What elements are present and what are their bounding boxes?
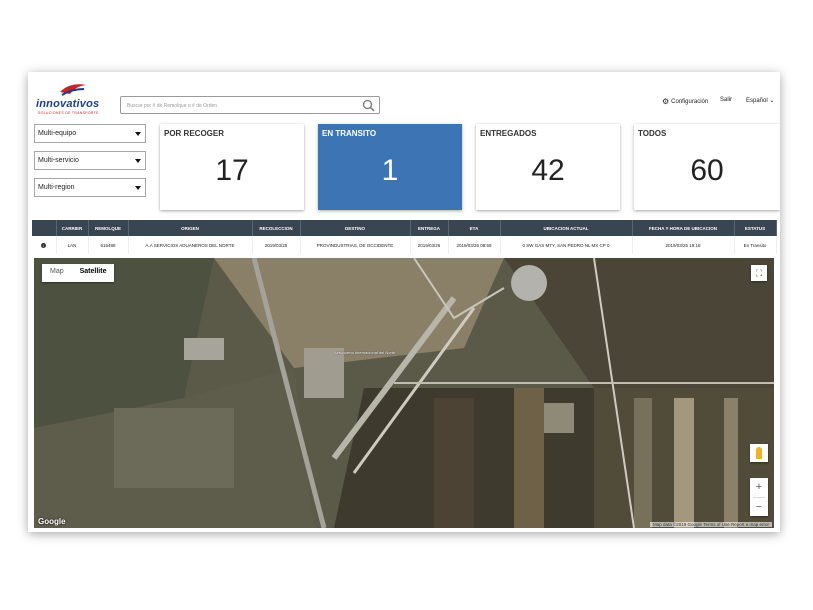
card-en-transito[interactable]: EN TRANSITO 1 [318, 124, 462, 210]
ubicacion-cell: 0 SW GAS MTY, SAN PEDRO NL MX CP 0 [500, 236, 633, 254]
street-view-pegman-button[interactable] [750, 444, 768, 462]
map-type-satellite-button[interactable]: Satellite [72, 264, 115, 282]
region-filter-label: Multi-region [38, 184, 75, 191]
equipment-filter-select[interactable]: Multi-equipo [34, 124, 146, 143]
caret-down-icon [135, 132, 141, 136]
col-header-info [32, 220, 57, 236]
col-header-carrier[interactable]: CARRIER [56, 220, 89, 236]
app-window: innovativos SOLUCIONES DE TRANSPORTE ⚙Co… [28, 72, 780, 532]
search-icon[interactable] [362, 99, 375, 112]
satellite-map[interactable]: Aeropuerto Internacional del Norte Map S… [34, 258, 774, 528]
top-header: innovativos SOLUCIONES DE TRANSPORTE ⚙Co… [28, 72, 780, 124]
col-header-destino[interactable]: DESTINO [300, 220, 411, 236]
equipment-filter-label: Multi-equipo [38, 130, 77, 137]
col-header-origen[interactable]: ORIGEN [128, 220, 253, 236]
origen-cell: A.A SERVICIOS ADUANEROS DEL NORTE [128, 236, 253, 254]
satellite-imagery [34, 258, 774, 528]
col-header-eta[interactable]: ETA [448, 220, 501, 236]
remolque-cell: 615488 [88, 236, 129, 254]
destino-cell: PROVINDUSTRIAS, DE OCCIDENTE [300, 236, 411, 254]
logo-tagline: SOLUCIONES DE TRANSPORTE [38, 111, 99, 115]
fecha-hora-cell: 2019/03/25 19:18 [632, 236, 735, 254]
map-attribution[interactable]: Map data ©2019 Google Terms of Use Repor… [649, 522, 772, 527]
service-filter-label: Multi-servicio [38, 157, 79, 164]
info-icon[interactable]: i [41, 242, 47, 248]
caret-down-icon [135, 159, 141, 163]
region-filter-select[interactable]: Multi-region [34, 178, 146, 197]
language-selector[interactable]: Español ⌄ [746, 97, 774, 104]
shipments-table: CARRIER REMOLQUE ORIGEN RECOLECCION DEST… [32, 220, 777, 254]
search-box [120, 96, 380, 114]
chevron-down-icon: ⌄ [769, 98, 775, 104]
col-header-recoleccion[interactable]: RECOLECCION [252, 220, 301, 236]
logo-swoosh-icon [60, 84, 86, 96]
map-type-toggle: Map Satellite [42, 264, 115, 282]
fullscreen-button[interactable]: ⛶ [751, 265, 767, 281]
card-count: 1 [381, 154, 399, 187]
settings-label: Configuración [671, 99, 709, 105]
card-title: POR RECOGER [164, 129, 225, 138]
card-count: 42 [531, 154, 565, 187]
card-entregados[interactable]: ENTREGADOS 42 [476, 124, 620, 210]
company-logo[interactable]: innovativos SOLUCIONES DE TRANSPORTE [36, 82, 110, 116]
col-header-fecha-hora[interactable]: FECHA Y HORA DE UBICACION [632, 220, 735, 236]
caret-down-icon [135, 186, 141, 190]
language-label: Español [746, 98, 768, 104]
table-row[interactable]: i LAN 615488 A.A SERVICIOS ADUANEROS DEL… [32, 236, 777, 254]
map-label-airport: Aeropuerto Internacional del Norte [334, 350, 396, 355]
carrier-cell: LAN [56, 236, 89, 254]
logo-wordmark: innovativos [36, 98, 100, 110]
entrega-cell: 2019/03/26 [410, 236, 449, 254]
logout-link[interactable]: Salir [720, 97, 732, 103]
card-title: EN TRANSITO [322, 129, 377, 138]
zoom-in-button[interactable]: + [750, 478, 768, 497]
card-count: 17 [215, 154, 249, 187]
card-title: TODOS [638, 129, 667, 138]
eta-cell: 2019/03/26 08:59 [448, 236, 501, 254]
google-logo: Google [38, 517, 66, 526]
col-header-entrega[interactable]: ENTREGA [410, 220, 449, 236]
zoom-control: + − [750, 478, 768, 516]
service-filter-select[interactable]: Multi-servicio [34, 151, 146, 170]
card-por-recoger[interactable]: POR RECOGER 17 [160, 124, 304, 210]
map-type-map-button[interactable]: Map [42, 264, 72, 282]
col-header-estatus[interactable]: ESTATUS [734, 220, 777, 236]
info-cell[interactable]: i [32, 236, 57, 254]
gear-icon: ⚙ [662, 97, 670, 106]
estatus-cell: En Transito [734, 236, 777, 254]
col-header-ubicacion[interactable]: UBICACION ACTUAL [500, 220, 633, 236]
card-count: 60 [690, 154, 724, 187]
search-input[interactable] [125, 98, 359, 114]
pegman-icon [756, 447, 762, 459]
col-header-remolque[interactable]: REMOLQUE [88, 220, 129, 236]
card-todos[interactable]: TODOS 60 [634, 124, 780, 210]
card-title: ENTREGADOS [480, 129, 537, 138]
zoom-out-button[interactable]: − [750, 498, 768, 517]
settings-link[interactable]: ⚙ Configuración [662, 97, 708, 106]
table-header-row: CARRIER REMOLQUE ORIGEN RECOLECCION DEST… [32, 220, 777, 236]
recoleccion-cell: 2019/03/25 [252, 236, 301, 254]
fullscreen-icon: ⛶ [755, 268, 763, 278]
